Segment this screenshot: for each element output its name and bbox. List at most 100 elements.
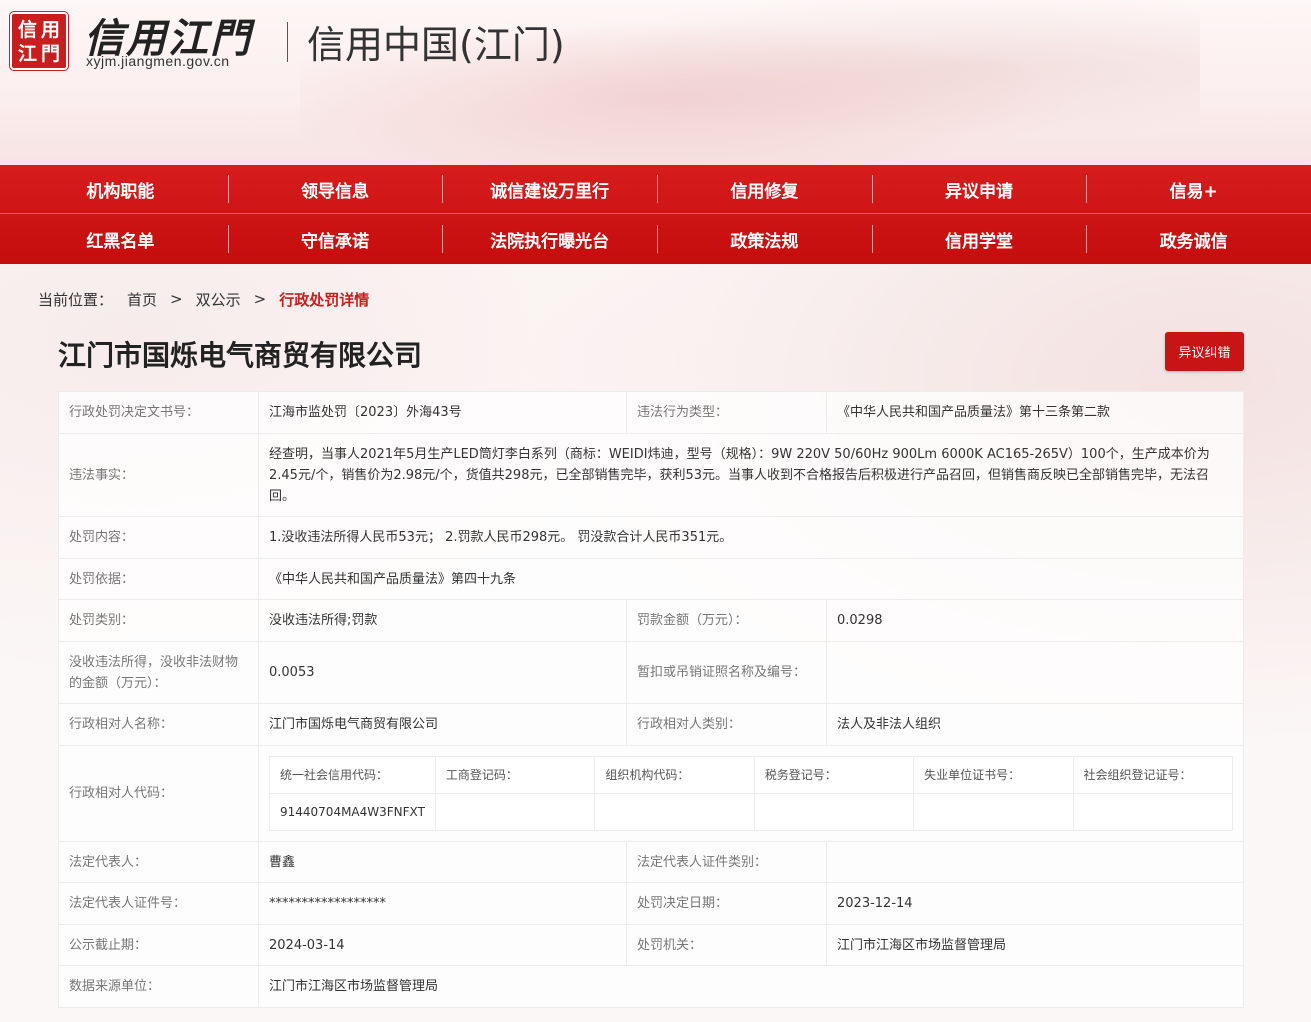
breadcrumb-separator: > xyxy=(170,290,183,308)
table-row: 处罚内容： 1.没收违法所得人民币53元； 2.罚款人民币298元。 罚没款合计… xyxy=(58,516,1244,559)
logo-domain: xyjm.jiangmen.gov.cn xyxy=(86,53,230,69)
field-label: 行政相对人名称： xyxy=(58,703,259,746)
table-row: 行政相对人代码： 统一社会信用代码： 工商登记码： 组织机构代码： 税务登记号：… xyxy=(58,745,1244,842)
penalty-content: 1.没收违法所得人民币53元； 2.罚款人民币298元。 罚没款合计人民币351… xyxy=(258,516,1244,559)
field-label: 罚款金额（万元）： xyxy=(626,599,827,642)
nav-item-credit-school[interactable]: 信用学堂 xyxy=(871,215,1087,264)
table-row: 没收违法所得，没收非法财物的金额（万元）： 0.0053 暂扣或吊销证照名称及编… xyxy=(58,641,1244,704)
license-info xyxy=(826,641,1244,704)
fine-amount: 0.0298 xyxy=(826,599,1244,642)
violation-type: 《中华人民共和国产品质量法》第十三条第二款 xyxy=(826,391,1244,434)
seal-char: 用 xyxy=(40,19,60,41)
field-label: 法定代表人证件号： xyxy=(58,882,259,925)
field-label: 法定代表人证件类别： xyxy=(626,841,827,883)
legal-representative: 曹鑫 xyxy=(258,841,627,883)
main-nav: 机构职能 领导信息 诚信建设万里行 信用修复 异议申请 信易+ 红黑名单 守信承… xyxy=(0,165,1311,264)
publicity-end-date: 2024-03-14 xyxy=(258,924,627,966)
breadcrumb-current: 行政处罚详情 xyxy=(279,290,370,309)
penalty-basis: 《中华人民共和国产品质量法》第四十九条 xyxy=(258,558,1244,600)
site-header: 信 用 江 門 信用江門 xyjm.jiangmen.gov.cn 信用中国(江… xyxy=(0,0,1311,165)
legal-id-type xyxy=(826,841,1244,883)
penalty-details-table: 行政处罚决定文书号： 江海市监处罚〔2023〕外海43号 违法行为类型： 《中华… xyxy=(58,391,1244,1008)
code-value xyxy=(594,793,755,831)
nav-item-objection[interactable]: 异议申请 xyxy=(871,165,1087,214)
table-row: 行政处罚决定文书号： 江海市监处罚〔2023〕外海43号 违法行为类型： 《中华… xyxy=(58,391,1244,434)
field-label: 公示截止期： xyxy=(58,924,259,966)
nav-item-org-functions[interactable]: 机构职能 xyxy=(13,165,228,214)
violation-facts: 经查明，当事人2021年5月生产LED筒灯李白系列（商标：WEIDI炜迪，型号（… xyxy=(258,433,1244,517)
legal-id-number: ****************** xyxy=(258,882,627,925)
breadcrumb-label: 当前位置： xyxy=(38,290,114,309)
seal-char: 門 xyxy=(40,43,60,65)
field-label: 行政处罚决定文书号： xyxy=(58,391,259,434)
code-value: 91440704MA4W3FNFXT xyxy=(269,793,436,831)
field-label: 违法行为类型： xyxy=(626,391,827,434)
codes-header-row: 统一社会信用代码： 工商登记码： 组织机构代码： 税务登记号： 失业单位证书号：… xyxy=(269,756,1234,794)
table-row: 处罚类别： 没收违法所得;罚款 罚款金额（万元）： 0.0298 xyxy=(58,599,1244,642)
page-title: 江门市国烁电气商贸有限公司 xyxy=(58,339,423,372)
nav-item-credit-plus[interactable]: 信易+ xyxy=(1086,165,1301,214)
field-label: 处罚内容： xyxy=(58,516,259,559)
code-value xyxy=(913,793,1074,831)
breadcrumb-separator: > xyxy=(253,290,267,308)
table-row: 法定代表人： 曹鑫 法定代表人证件类别： xyxy=(58,841,1244,883)
field-label: 暂扣或吊销证照名称及编号： xyxy=(626,641,827,704)
nav-item-integrity-tour[interactable]: 诚信建设万里行 xyxy=(442,165,657,214)
code-value xyxy=(1072,793,1234,831)
nav-row-1: 机构职能 领导信息 诚信建设万里行 信用修复 异议申请 信易+ xyxy=(13,165,1301,214)
logo-seal[interactable]: 信 用 江 門 xyxy=(9,11,69,71)
field-label: 没收违法所得，没收非法财物的金额（万元）： xyxy=(58,641,259,704)
breadcrumb-section[interactable]: 双公示 xyxy=(196,289,241,310)
field-label: 违法事实： xyxy=(58,433,259,517)
table-row: 行政相对人名称： 江门市国烁电气商贸有限公司 行政相对人类别： 法人及非法人组织 xyxy=(58,703,1244,746)
breadcrumb: 当前位置： 首页 > 双公示 > 行政处罚详情 xyxy=(38,288,369,310)
decision-date: 2023-12-14 xyxy=(826,882,1244,925)
table-row: 处罚依据： 《中华人民共和国产品质量法》第四十九条 xyxy=(58,558,1244,600)
table-row: 公示截止期： 2024-03-14 处罚机关： 江门市江海区市场监督管理局 xyxy=(58,924,1244,966)
party-name: 江门市国烁电气商贸有限公司 xyxy=(258,703,627,746)
field-label: 数据来源单位： xyxy=(58,965,259,1008)
nav-item-court-exposure[interactable]: 法院执行曝光台 xyxy=(442,215,657,264)
nav-row-2: 红黑名单 守信承诺 法院执行曝光台 政策法规 信用学堂 政务诚信 xyxy=(13,215,1301,264)
table-row: 数据来源单位： 江门市江海区市场监督管理局 xyxy=(58,965,1244,1008)
penalty-authority: 江门市江海区市场监督管理局 xyxy=(826,924,1244,966)
nav-item-gov-integrity[interactable]: 政务诚信 xyxy=(1086,215,1301,264)
code-header: 失业单位证书号： xyxy=(913,756,1074,794)
table-row: 违法事实： 经查明，当事人2021年5月生产LED筒灯李白系列（商标：WEIDI… xyxy=(58,433,1244,517)
breadcrumb-home[interactable]: 首页 xyxy=(127,289,157,310)
seal-char: 信 xyxy=(17,19,37,41)
nav-item-red-black-list[interactable]: 红黑名单 xyxy=(13,215,228,264)
nav-item-credit-repair[interactable]: 信用修复 xyxy=(657,165,872,214)
confiscated-amount: 0.0053 xyxy=(258,641,627,704)
field-label: 处罚类别： xyxy=(58,599,259,642)
site-title: 信用中国(江门) xyxy=(307,23,565,67)
objection-correction-button[interactable]: 异议纠错 xyxy=(1165,332,1244,371)
code-header: 组织机构代码： xyxy=(594,756,755,794)
nav-divider xyxy=(0,213,1311,214)
table-row: 法定代表人证件号： ****************** 处罚决定日期： 202… xyxy=(58,882,1244,925)
field-label: 法定代表人： xyxy=(58,841,259,883)
code-header: 社会组织登记证号： xyxy=(1072,756,1234,794)
code-header: 税务登记号： xyxy=(753,756,915,794)
party-type: 法人及非法人组织 xyxy=(826,703,1244,746)
nav-item-commitment[interactable]: 守信承诺 xyxy=(227,215,443,264)
party-codes-cell: 统一社会信用代码： 工商登记码： 组织机构代码： 税务登记号： 失业单位证书号：… xyxy=(258,745,1244,842)
field-label: 处罚决定日期： xyxy=(626,882,827,925)
field-label: 行政相对人类别： xyxy=(626,703,827,746)
party-codes-table: 统一社会信用代码： 工商登记码： 组织机构代码： 税务登记号： 失业单位证书号：… xyxy=(269,756,1234,831)
penalty-category: 没收违法所得;罚款 xyxy=(258,599,627,642)
code-header: 统一社会信用代码： xyxy=(269,756,436,794)
data-source: 江门市江海区市场监督管理局 xyxy=(258,965,1244,1008)
logo-divider xyxy=(287,22,288,62)
field-label: 处罚依据： xyxy=(58,558,259,600)
nav-item-policies[interactable]: 政策法规 xyxy=(657,215,872,264)
code-value xyxy=(753,793,915,831)
seal-char: 江 xyxy=(17,43,37,65)
field-label: 处罚机关： xyxy=(626,924,827,966)
nav-item-leaders[interactable]: 领导信息 xyxy=(227,165,443,214)
code-value xyxy=(434,793,596,831)
decision-number: 江海市监处罚〔2023〕外海43号 xyxy=(258,391,627,434)
codes-value-row: 91440704MA4W3FNFXT xyxy=(269,793,1234,831)
code-header: 工商登记码： xyxy=(434,756,596,794)
field-label: 行政相对人代码： xyxy=(58,745,259,842)
